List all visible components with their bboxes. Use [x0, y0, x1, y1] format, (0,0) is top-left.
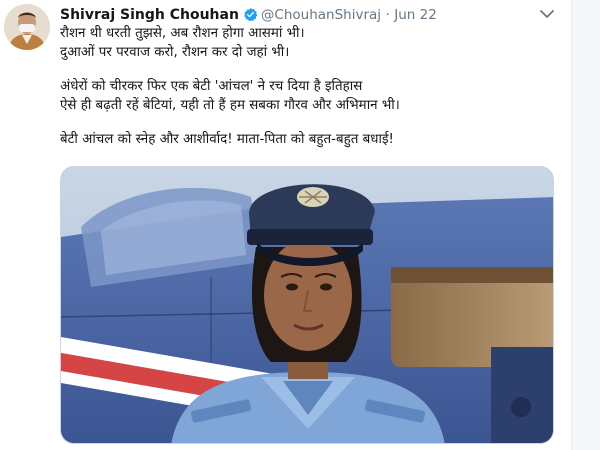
avatar-image: [4, 4, 50, 50]
tweet-line: दुआओं पर परवाज करो, रौशन कर दो जहां भी।: [60, 44, 290, 60]
tweet-text: रौशन थी धरती तुझसे, अब रौशन होगा आसमां भ…: [60, 25, 560, 150]
tweet-date[interactable]: Jun 22: [394, 7, 437, 23]
tweet-line: रौशन थी धरती तुझसे, अब रौशन होगा आसमां भ…: [60, 26, 305, 41]
separator-dot: ·: [385, 7, 390, 23]
page-gutter: [572, 0, 600, 450]
tweet-photo[interactable]: [60, 166, 554, 444]
tweet-line: ऐसे ही बढ़ती रहें बेटियां, यही तो हैं हम…: [60, 97, 400, 113]
author-handle[interactable]: @ChouhanShivraj: [261, 7, 381, 23]
tweet-header: Shivraj Singh Chouhan @ChouhanShivraj · J…: [60, 5, 560, 25]
author-name[interactable]: Shivraj Singh Chouhan: [60, 7, 239, 23]
tweet-card[interactable]: Shivraj Singh Chouhan @ChouhanShivraj · J…: [0, 0, 572, 450]
avatar[interactable]: [4, 4, 50, 50]
tweet-line: अंधेरों को चीरकर फिर एक बेटी 'आंचल' ने र…: [60, 79, 363, 94]
tweet-line: बेटी आंचल को स्नेह और आशीर्वाद! माता-पित…: [60, 132, 394, 147]
chevron-down-icon[interactable]: [538, 6, 556, 20]
pilot-photo: [61, 167, 553, 443]
